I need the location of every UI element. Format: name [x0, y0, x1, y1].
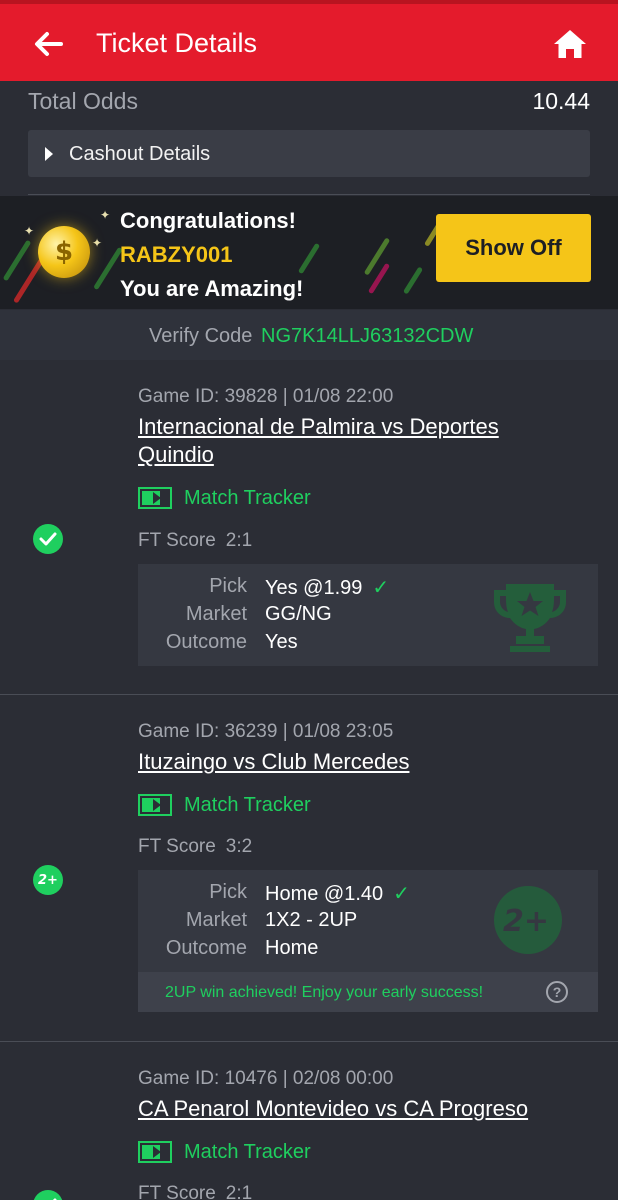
ft-score-label: FT Score [138, 530, 216, 551]
ft-score-value: 2:1 [225, 1183, 253, 1200]
pick-value-wrap: Yes @1.99 ✓ [265, 575, 389, 600]
verify-code-bar: Verify Code NG7K14LLJ63132CDW [0, 310, 618, 360]
checkmark-icon: ✓ [393, 881, 410, 905]
user-code: RABZY001 [120, 242, 233, 267]
match-tracker-label: Match Tracker [184, 486, 311, 509]
two-up-achieved-bar: 2UP win achieved! Enjoy your early succe… [138, 972, 598, 1012]
ft-score: FT Score 2:1 [138, 530, 252, 552]
decorative-streak [402, 266, 424, 295]
selection-card: Game ID: 39828 | 01/08 22:00 Internacion… [0, 360, 618, 695]
decorative-streak [93, 246, 123, 291]
pick-label: Pick [209, 575, 247, 597]
match-tracker-icon [138, 1141, 172, 1163]
decorative-streak [2, 239, 32, 282]
sparkle-icon: ✦ [100, 208, 111, 222]
selection-card: 2+ Game ID: 36239 | 01/08 23:05 Ituzaing… [0, 695, 618, 1042]
selection-card: Game ID: 10476 | 02/08 00:00 CA Penarol … [0, 1042, 618, 1200]
two-up-watermark-text: 2+ [503, 904, 549, 939]
match-tracker-icon [138, 794, 172, 816]
sparkle-icon: ✦ [92, 236, 103, 250]
verify-code-label: Verify Code [149, 325, 253, 347]
match-name[interactable]: Ituzaingo vs Club Mercedes [138, 748, 578, 776]
game-meta: Game ID: 36239 | 01/08 23:05 [138, 721, 394, 742]
pick-value: Yes @1.99 [265, 577, 363, 599]
market-value: GG/NG [265, 603, 332, 625]
pick-value-wrap: Home @1.40 ✓ [265, 881, 410, 906]
pick-details: Pick Home @1.40 ✓ Market 1X2 - 2UP Outcom… [138, 870, 598, 972]
pick-value: Home @1.40 [265, 883, 384, 905]
congrats-title: Congratulations! [120, 208, 296, 233]
outcome-value: Home [265, 937, 319, 959]
back-button[interactable] [26, 22, 70, 66]
match-tracker-label: Match Tracker [184, 793, 311, 816]
cashout-details-toggle[interactable]: Cashout Details [28, 130, 590, 177]
question-circle-icon[interactable]: ? [546, 981, 568, 1003]
match-tracker-link[interactable]: Match Tracker [138, 486, 311, 510]
match-tracker-icon [138, 487, 172, 509]
verify-code-value[interactable]: NG7K14LLJ63132CDW [261, 325, 473, 348]
outcome-label: Outcome [165, 631, 247, 653]
game-meta: Game ID: 39828 | 01/08 22:00 [138, 386, 394, 407]
match-tracker-link[interactable]: Match Tracker [138, 793, 311, 817]
two-up-badge-text: 2+ [38, 872, 58, 888]
gold-coin-icon: $ [38, 226, 90, 278]
match-name[interactable]: CA Penarol Montevideo vs CA Progreso [138, 1095, 578, 1123]
sparkle-icon: ✦ [24, 224, 35, 238]
show-off-button[interactable]: Show Off [436, 214, 591, 282]
app-header: Ticket Details [0, 4, 618, 81]
congratulations-banner: ✦ ✦ ✦ $ Congratulations! RABZY001 You ar… [0, 196, 618, 309]
pick-details: Pick Yes @1.99 ✓ Market GG/NG Outcome Yes [138, 564, 598, 666]
market-label: Market [185, 603, 247, 625]
match-name[interactable]: Internacional de Palmira vs Deportes Qui… [138, 413, 578, 469]
ft-score-label: FT Score [138, 836, 216, 857]
checkmark-icon: ✓ [372, 575, 390, 599]
caret-right-icon [45, 147, 53, 161]
selections-list: Game ID: 39828 | 01/08 22:00 Internacion… [0, 360, 618, 1200]
check-circle-icon [33, 524, 63, 554]
congrats-subtitle: You are Amazing! [120, 276, 304, 301]
cashout-details-label: Cashout Details [69, 143, 211, 165]
ft-score-value: 3:2 [225, 836, 253, 857]
market-label: Market [185, 909, 247, 931]
check-circle-icon [33, 1190, 63, 1200]
game-meta: Game ID: 10476 | 02/08 00:00 [138, 1068, 394, 1089]
two-up-achieved-text: 2UP win achieved! Enjoy your early succe… [165, 984, 484, 1001]
market-value: 1X2 - 2UP [265, 909, 358, 931]
arrow-left-icon [35, 32, 63, 56]
ft-score: FT Score 3:2 [138, 836, 252, 858]
ft-score-label: FT Score [138, 1183, 216, 1200]
pick-label: Pick [209, 881, 247, 903]
match-tracker-link[interactable]: Match Tracker [138, 1140, 311, 1164]
total-odds-label: Total Odds [28, 88, 138, 114]
two-up-badge-icon: 2+ [33, 865, 63, 895]
ft-score-value: 2:1 [225, 530, 253, 551]
ft-score: FT Score 2:1 [138, 1183, 252, 1200]
total-odds-value: 10.44 [532, 88, 590, 114]
page-title: Ticket Details [96, 28, 258, 58]
trophy-icon [494, 584, 566, 652]
outcome-value: Yes [265, 631, 298, 653]
home-button[interactable] [548, 22, 592, 66]
outcome-label: Outcome [165, 937, 247, 959]
divider [28, 194, 590, 195]
home-icon [554, 30, 586, 58]
two-up-icon: 2+ [494, 886, 562, 954]
decorative-streak [297, 242, 321, 275]
match-tracker-label: Match Tracker [184, 1140, 311, 1163]
